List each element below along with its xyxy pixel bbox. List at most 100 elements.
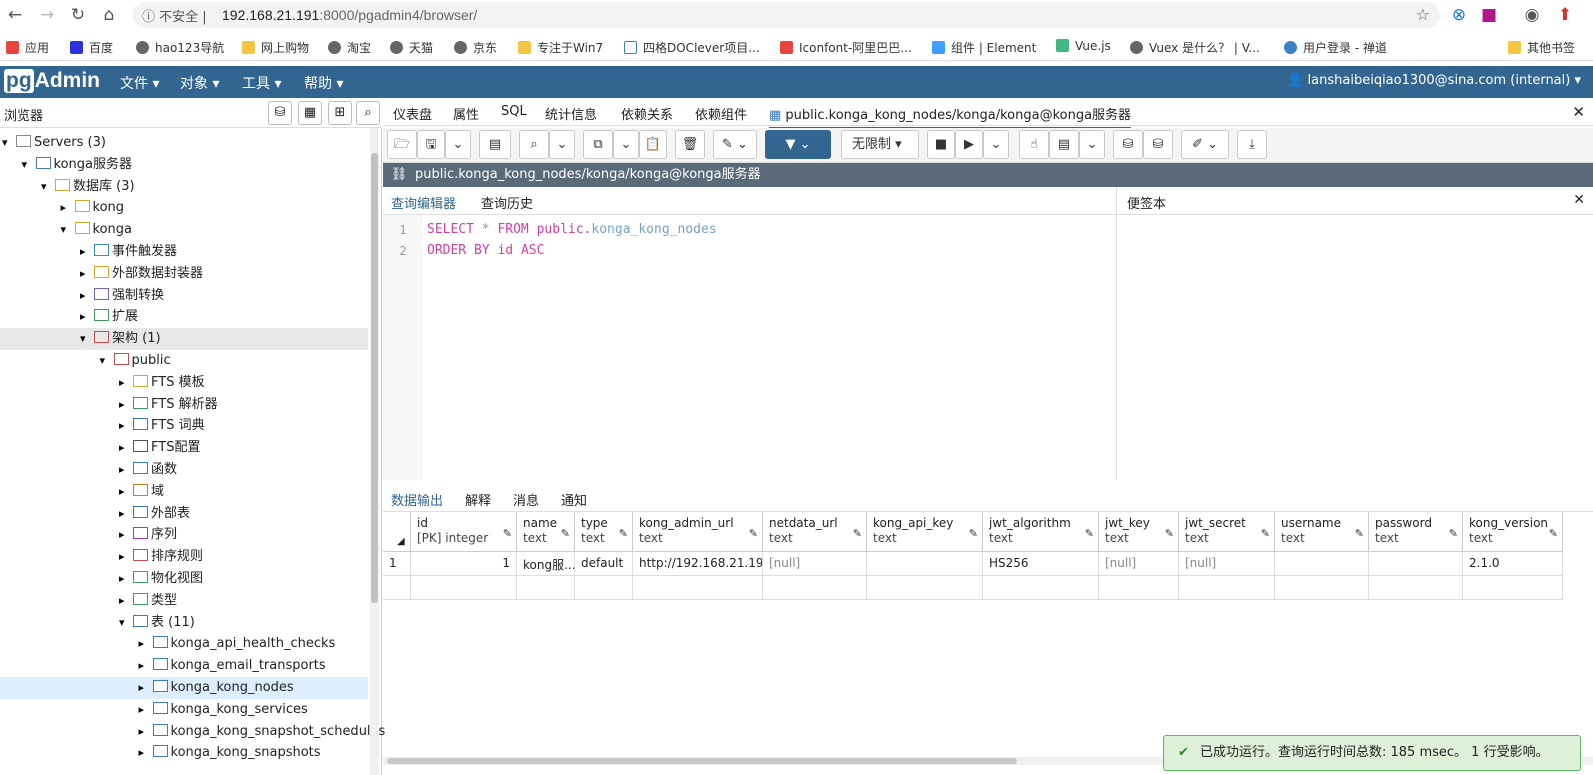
find-table-icon[interactable]: ▤ [479, 130, 511, 159]
empty-cell[interactable] [633, 576, 763, 600]
bookmark-taobao[interactable]: 淘宝 [328, 39, 371, 56]
chevron-right-icon[interactable]: ▸ [80, 306, 94, 328]
chevron-right-icon[interactable]: ▸ [80, 285, 94, 307]
chevron-right-icon[interactable]: ▸ [119, 437, 133, 459]
view-data-icon[interactable]: ▦ [298, 101, 322, 125]
tab-query-konga-kong-nodes[interactable]: ▦ public.konga_kong_nodes/konga/konga@ko… [769, 104, 1132, 129]
tree-node[interactable]: ▾ 数据库 (3) [41, 176, 135, 198]
star-icon[interactable]: ☆ [1416, 5, 1430, 24]
tree-node[interactable]: ▾ 表 (11) [119, 612, 195, 634]
delete-icon[interactable]: 🗑 [675, 130, 705, 159]
tab-explain[interactable]: 解释 [465, 490, 491, 509]
empty-cell[interactable] [383, 576, 411, 600]
tab-properties[interactable]: 属性 [453, 104, 479, 123]
empty-cell[interactable] [575, 576, 633, 600]
grid-cell[interactable]: 1 [411, 552, 517, 576]
column-header[interactable]: type text ✎ [575, 512, 633, 552]
close-icon[interactable]: ✕ [1572, 103, 1585, 121]
column-header[interactable]: password text ✎ [1369, 512, 1463, 552]
bookmark-win7[interactable]: 专注于Win7 [518, 39, 603, 56]
bookmark-baidu[interactable]: 百度 [70, 39, 113, 56]
insecure-indicator[interactable]: ⓘ 不安全 | [142, 6, 207, 25]
grid-cell[interactable]: [null] [1099, 552, 1179, 576]
bookmark-shopping[interactable]: 网上购物 [242, 39, 309, 56]
back-icon[interactable]: ← [4, 4, 26, 26]
chevron-right-icon[interactable]: ▸ [139, 677, 153, 699]
chevron-down-icon[interactable]: ▾ [100, 350, 114, 372]
chevron-right-icon[interactable]: ▸ [119, 568, 133, 590]
column-header[interactable]: id [PK] integer ✎ [411, 512, 517, 552]
tree-node[interactable]: ▸ 函数 [119, 459, 177, 481]
empty-cell[interactable] [1369, 576, 1463, 600]
limit-select[interactable]: 无限制 ▾ [841, 130, 919, 159]
menu-help[interactable]: 帮助 ▾ [304, 73, 343, 93]
explain-dropdown-icon[interactable]: ⌄ [1079, 130, 1105, 159]
grid-cell[interactable]: default [575, 552, 633, 576]
tree-node[interactable]: ▾ konga服务器 [22, 154, 132, 176]
extension-rp-icon[interactable]: ■ [1478, 4, 1500, 26]
grid-scroll-thumb[interactable] [387, 758, 1017, 764]
tab-dependencies[interactable]: 依赖关系 [621, 104, 673, 123]
bookmark-tmall[interactable]: 天猫 [390, 39, 433, 56]
copy-icon[interactable]: ⧉ [583, 130, 613, 159]
forward-icon[interactable]: → [36, 4, 58, 26]
tab-statistics[interactable]: 统计信息 [545, 104, 597, 123]
tree-node[interactable]: ▸ konga_kong_snapshot_schedules [139, 721, 385, 743]
bookmark-zentao[interactable]: 用户登录 - 禅道 [1284, 39, 1387, 56]
menu-object[interactable]: 对象 ▾ [180, 73, 219, 93]
chevron-right-icon[interactable]: ▸ [119, 372, 133, 394]
chevron-right-icon[interactable]: ▸ [139, 742, 153, 764]
chevron-down-icon[interactable]: ▾ [2, 132, 16, 154]
chevron-right-icon[interactable]: ▸ [119, 481, 133, 503]
empty-cell[interactable] [1275, 576, 1369, 600]
tree-node[interactable]: ▾ 架构 (1) [0, 328, 368, 351]
menu-file[interactable]: 文件 ▾ [120, 73, 159, 93]
address-bar[interactable]: ⓘ 不安全 | 192.168.21.191:8000/pgadmin4/bro… [132, 2, 1440, 28]
tree-node[interactable]: ▸ 物化视图 [119, 568, 203, 590]
chevron-down-icon[interactable]: ▾ [22, 154, 36, 176]
tree-node[interactable]: ▸ konga_kong_snapshots [139, 742, 321, 764]
rollback-icon[interactable]: ⛁ [1143, 130, 1173, 159]
grid-cell[interactable]: [null] [1179, 552, 1275, 576]
tree-node[interactable]: ▸ 域 [119, 481, 164, 503]
chevron-right-icon[interactable]: ▸ [119, 415, 133, 437]
tree-node[interactable]: ▸ 排序规则 [119, 546, 203, 568]
grid-cell[interactable]: 2.1.0 [1463, 552, 1563, 576]
tree-node[interactable]: ▾ Servers (3) [2, 132, 106, 154]
bookmark-doclever[interactable]: 四格DOClever项目... [624, 39, 760, 56]
chevron-right-icon[interactable]: ▸ [119, 459, 133, 481]
execute-icon[interactable]: ▶ [955, 130, 983, 159]
menu-tools[interactable]: 工具 ▾ [242, 73, 281, 93]
update-icon[interactable]: ⬆ [1554, 4, 1576, 26]
stop-icon[interactable]: ■ [927, 130, 955, 159]
save-dropdown-icon[interactable]: ⌄ [445, 130, 471, 159]
tree-node[interactable]: ▸ 序列 [119, 524, 177, 546]
column-header[interactable]: kong_api_key text ✎ [867, 512, 983, 552]
empty-cell[interactable] [517, 576, 575, 600]
bookmark-jd[interactable]: 京东 [454, 39, 497, 56]
bookmark-iconfont[interactable]: Iconfont-阿里巴巴... [780, 39, 912, 56]
bookmark-other[interactable]: 其他书签 [1508, 39, 1575, 56]
column-header[interactable]: jwt_secret text ✎ [1179, 512, 1275, 552]
chevron-right-icon[interactable]: ▸ [139, 655, 153, 677]
tree-node[interactable]: ▸ FTS 解析器 [119, 394, 218, 416]
column-header[interactable]: jwt_key text ✎ [1099, 512, 1179, 552]
scratch-pad-body[interactable] [1116, 215, 1593, 480]
chevron-right-icon[interactable]: ▸ [139, 721, 153, 743]
tree-node[interactable]: ▸ FTS 模板 [119, 372, 205, 394]
query-tool-icon[interactable]: ⛁ [268, 101, 292, 125]
chevron-right-icon[interactable]: ▸ [61, 197, 75, 219]
chevron-right-icon[interactable]: ▸ [80, 241, 94, 263]
tab-dashboard[interactable]: 仪表盘 [393, 104, 432, 123]
tree-node[interactable]: ▸ 类型 [119, 590, 177, 612]
tree-node[interactable]: ▾ public [100, 350, 171, 372]
chevron-down-icon[interactable]: ▾ [41, 176, 55, 198]
open-file-icon[interactable]: 🗁 [387, 130, 417, 159]
tree-node[interactable]: ▸ 事件触发器 [80, 241, 177, 263]
chevron-right-icon[interactable]: ▸ [119, 524, 133, 546]
column-header[interactable]: username text ✎ [1275, 512, 1369, 552]
empty-cell[interactable] [983, 576, 1099, 600]
user-menu[interactable]: 👤 lanshaibeiqiao1300@sina.com (internal)… [1287, 73, 1581, 88]
grid-corner[interactable]: ◢ [383, 512, 411, 552]
filter-button[interactable]: ▼ ⌄ [765, 130, 831, 159]
